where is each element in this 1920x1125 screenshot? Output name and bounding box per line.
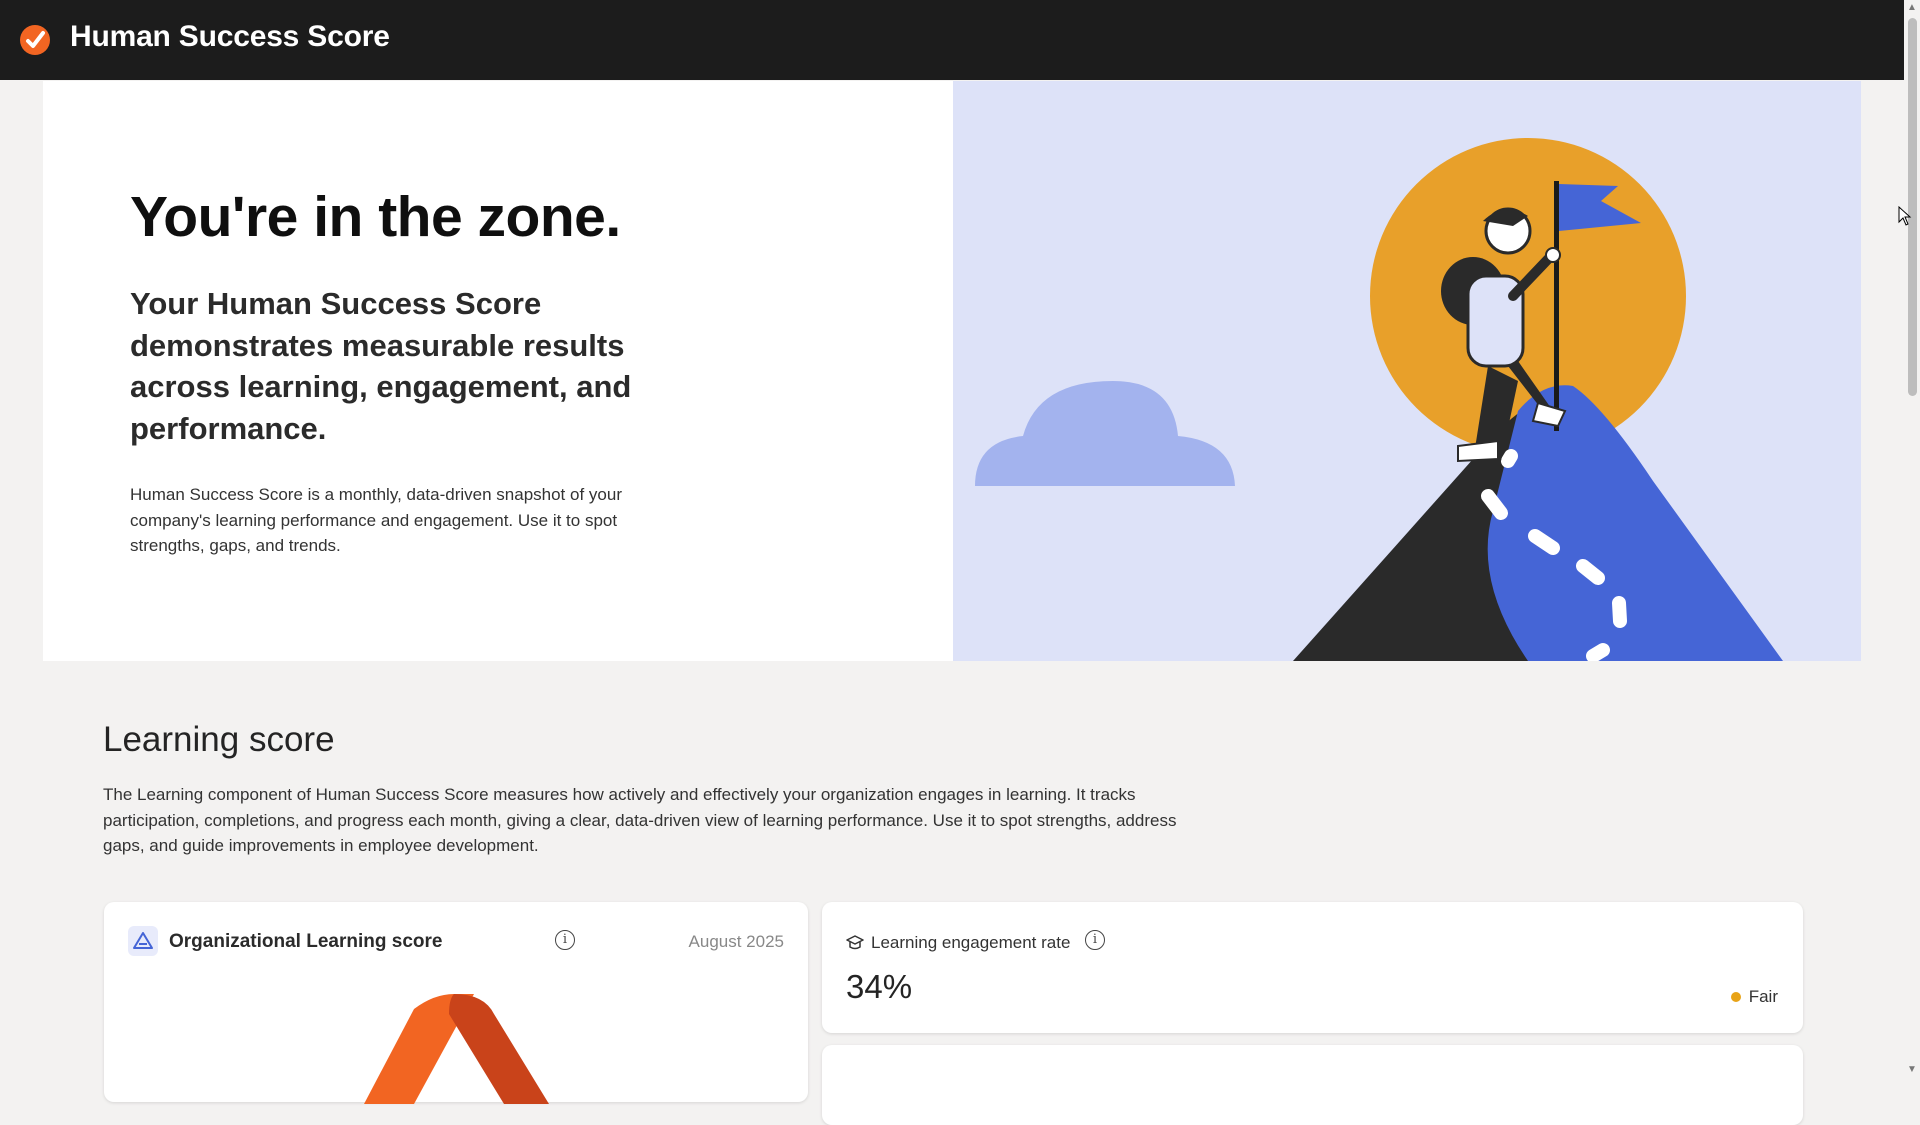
- org-learning-score-card[interactable]: Organizational Learning score i August 2…: [104, 902, 808, 1104]
- scroll-down-arrow-icon[interactable]: ▼: [1906, 1064, 1918, 1076]
- hero-banner: You're in the zone. Your Human Success S…: [43, 81, 1861, 661]
- org-learning-date: August 2025: [688, 932, 784, 951]
- app-title: Human Success Score: [70, 20, 390, 53]
- learning-score-section: Learning score The Learning component of…: [103, 720, 1203, 859]
- graduation-cap-icon: [846, 935, 864, 950]
- next-metric-card[interactable]: [822, 1045, 1803, 1125]
- hero-description: Human Success Score is a monthly, data-d…: [130, 485, 622, 556]
- org-learning-title: Organizational Learning score: [169, 931, 443, 952]
- status-dot-icon: [1730, 992, 1741, 1002]
- info-icon[interactable]: i: [1085, 930, 1105, 950]
- triangle-logo-icon: [128, 926, 158, 956]
- scroll-up-arrow-icon[interactable]: ▲: [1906, 2, 1918, 14]
- section-title: Learning score: [103, 720, 335, 759]
- mountain-climber-illustration: [975, 138, 1783, 661]
- learning-engagement-card[interactable]: Learning engagement rate i 34% Fair: [822, 902, 1803, 1033]
- status-badge: Fair: [1730, 987, 1778, 1007]
- status-label: Fair: [1748, 987, 1778, 1006]
- top-bar: Human Success Score: [0, 0, 1920, 80]
- section-description: The Learning component of Human Success …: [103, 785, 1177, 855]
- mountain-blue: [1487, 385, 1783, 661]
- cloud-shape: [975, 381, 1235, 486]
- hero-illustration: [953, 81, 1861, 661]
- hero-subheading: Your Human Success Score demonstrates me…: [130, 285, 632, 447]
- app-logo-icon[interactable]: [19, 24, 51, 56]
- info-icon[interactable]: i: [555, 930, 575, 950]
- mouse-cursor-icon: [1898, 206, 1912, 226]
- hero-text: You're in the zone. Your Human Success S…: [130, 186, 690, 559]
- flag-pole: [1554, 181, 1559, 431]
- hero-heading: You're in the zone.: [130, 185, 621, 249]
- engagement-rate-title: Learning engagement rate: [871, 933, 1071, 952]
- engagement-rate-value: 34%: [846, 968, 913, 1005]
- score-gauge-graphic: [364, 994, 549, 1104]
